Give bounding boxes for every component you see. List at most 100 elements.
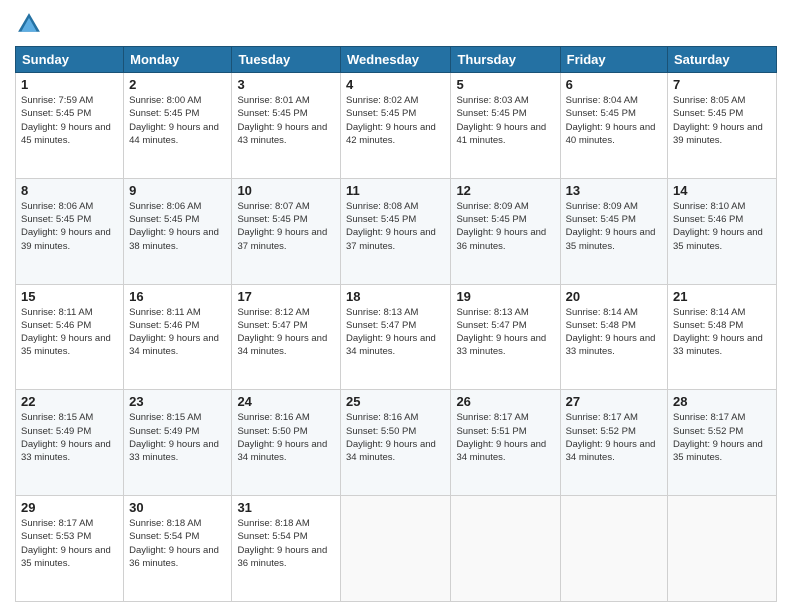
cell-info: Sunrise: 8:16 AMSunset: 5:50 PMDaylight:… <box>237 412 327 463</box>
day-number: 26 <box>456 394 554 409</box>
calendar-cell: 26 Sunrise: 8:17 AMSunset: 5:51 PMDaylig… <box>451 390 560 496</box>
calendar-cell: 4 Sunrise: 8:02 AMSunset: 5:45 PMDayligh… <box>341 73 451 179</box>
day-number: 31 <box>237 500 335 515</box>
day-number: 16 <box>129 289 226 304</box>
cell-info: Sunrise: 8:09 AMSunset: 5:45 PMDaylight:… <box>456 201 546 252</box>
day-number: 29 <box>21 500 118 515</box>
logo-icon <box>15 10 43 38</box>
calendar-cell: 24 Sunrise: 8:16 AMSunset: 5:50 PMDaylig… <box>232 390 341 496</box>
header <box>15 10 777 38</box>
calendar-cell: 15 Sunrise: 8:11 AMSunset: 5:46 PMDaylig… <box>16 284 124 390</box>
day-number: 25 <box>346 394 445 409</box>
cell-info: Sunrise: 8:11 AMSunset: 5:46 PMDaylight:… <box>21 307 111 358</box>
calendar-cell: 14 Sunrise: 8:10 AMSunset: 5:46 PMDaylig… <box>668 178 777 284</box>
day-number: 21 <box>673 289 771 304</box>
calendar-cell: 10 Sunrise: 8:07 AMSunset: 5:45 PMDaylig… <box>232 178 341 284</box>
calendar-week-2: 8 Sunrise: 8:06 AMSunset: 5:45 PMDayligh… <box>16 178 777 284</box>
calendar-cell: 13 Sunrise: 8:09 AMSunset: 5:45 PMDaylig… <box>560 178 667 284</box>
calendar-cell <box>668 496 777 602</box>
day-number: 11 <box>346 183 445 198</box>
calendar-cell: 16 Sunrise: 8:11 AMSunset: 5:46 PMDaylig… <box>124 284 232 390</box>
cell-info: Sunrise: 8:04 AMSunset: 5:45 PMDaylight:… <box>566 95 656 146</box>
calendar-cell: 7 Sunrise: 8:05 AMSunset: 5:45 PMDayligh… <box>668 73 777 179</box>
calendar-header-tuesday: Tuesday <box>232 47 341 73</box>
cell-info: Sunrise: 8:03 AMSunset: 5:45 PMDaylight:… <box>456 95 546 146</box>
calendar-cell: 18 Sunrise: 8:13 AMSunset: 5:47 PMDaylig… <box>341 284 451 390</box>
day-number: 9 <box>129 183 226 198</box>
calendar-week-3: 15 Sunrise: 8:11 AMSunset: 5:46 PMDaylig… <box>16 284 777 390</box>
calendar-week-1: 1 Sunrise: 7:59 AMSunset: 5:45 PMDayligh… <box>16 73 777 179</box>
calendar-cell: 5 Sunrise: 8:03 AMSunset: 5:45 PMDayligh… <box>451 73 560 179</box>
calendar-cell: 31 Sunrise: 8:18 AMSunset: 5:54 PMDaylig… <box>232 496 341 602</box>
calendar-cell: 1 Sunrise: 7:59 AMSunset: 5:45 PMDayligh… <box>16 73 124 179</box>
day-number: 7 <box>673 77 771 92</box>
cell-info: Sunrise: 8:17 AMSunset: 5:52 PMDaylight:… <box>673 412 763 463</box>
day-number: 23 <box>129 394 226 409</box>
calendar-cell: 8 Sunrise: 8:06 AMSunset: 5:45 PMDayligh… <box>16 178 124 284</box>
day-number: 28 <box>673 394 771 409</box>
calendar-cell <box>560 496 667 602</box>
calendar-cell: 3 Sunrise: 8:01 AMSunset: 5:45 PMDayligh… <box>232 73 341 179</box>
day-number: 4 <box>346 77 445 92</box>
day-number: 22 <box>21 394 118 409</box>
cell-info: Sunrise: 8:13 AMSunset: 5:47 PMDaylight:… <box>456 307 546 358</box>
cell-info: Sunrise: 8:15 AMSunset: 5:49 PMDaylight:… <box>129 412 219 463</box>
calendar-header-monday: Monday <box>124 47 232 73</box>
page: SundayMondayTuesdayWednesdayThursdayFrid… <box>0 0 792 612</box>
calendar-cell: 9 Sunrise: 8:06 AMSunset: 5:45 PMDayligh… <box>124 178 232 284</box>
cell-info: Sunrise: 8:18 AMSunset: 5:54 PMDaylight:… <box>129 518 219 569</box>
cell-info: Sunrise: 8:06 AMSunset: 5:45 PMDaylight:… <box>129 201 219 252</box>
calendar-cell: 6 Sunrise: 8:04 AMSunset: 5:45 PMDayligh… <box>560 73 667 179</box>
day-number: 3 <box>237 77 335 92</box>
cell-info: Sunrise: 8:01 AMSunset: 5:45 PMDaylight:… <box>237 95 327 146</box>
cell-info: Sunrise: 8:13 AMSunset: 5:47 PMDaylight:… <box>346 307 436 358</box>
calendar-cell: 25 Sunrise: 8:16 AMSunset: 5:50 PMDaylig… <box>341 390 451 496</box>
calendar-table: SundayMondayTuesdayWednesdayThursdayFrid… <box>15 46 777 602</box>
cell-info: Sunrise: 8:14 AMSunset: 5:48 PMDaylight:… <box>673 307 763 358</box>
cell-info: Sunrise: 8:15 AMSunset: 5:49 PMDaylight:… <box>21 412 111 463</box>
calendar-cell: 11 Sunrise: 8:08 AMSunset: 5:45 PMDaylig… <box>341 178 451 284</box>
calendar-cell <box>451 496 560 602</box>
day-number: 15 <box>21 289 118 304</box>
calendar-header-wednesday: Wednesday <box>341 47 451 73</box>
cell-info: Sunrise: 8:12 AMSunset: 5:47 PMDaylight:… <box>237 307 327 358</box>
calendar-cell <box>341 496 451 602</box>
day-number: 27 <box>566 394 662 409</box>
day-number: 17 <box>237 289 335 304</box>
cell-info: Sunrise: 7:59 AMSunset: 5:45 PMDaylight:… <box>21 95 111 146</box>
calendar-cell: 20 Sunrise: 8:14 AMSunset: 5:48 PMDaylig… <box>560 284 667 390</box>
cell-info: Sunrise: 8:11 AMSunset: 5:46 PMDaylight:… <box>129 307 219 358</box>
calendar-week-5: 29 Sunrise: 8:17 AMSunset: 5:53 PMDaylig… <box>16 496 777 602</box>
cell-info: Sunrise: 8:18 AMSunset: 5:54 PMDaylight:… <box>237 518 327 569</box>
day-number: 19 <box>456 289 554 304</box>
calendar-cell: 29 Sunrise: 8:17 AMSunset: 5:53 PMDaylig… <box>16 496 124 602</box>
calendar-cell: 17 Sunrise: 8:12 AMSunset: 5:47 PMDaylig… <box>232 284 341 390</box>
calendar-cell: 23 Sunrise: 8:15 AMSunset: 5:49 PMDaylig… <box>124 390 232 496</box>
cell-info: Sunrise: 8:17 AMSunset: 5:53 PMDaylight:… <box>21 518 111 569</box>
calendar-cell: 30 Sunrise: 8:18 AMSunset: 5:54 PMDaylig… <box>124 496 232 602</box>
cell-info: Sunrise: 8:06 AMSunset: 5:45 PMDaylight:… <box>21 201 111 252</box>
day-number: 13 <box>566 183 662 198</box>
cell-info: Sunrise: 8:02 AMSunset: 5:45 PMDaylight:… <box>346 95 436 146</box>
cell-info: Sunrise: 8:00 AMSunset: 5:45 PMDaylight:… <box>129 95 219 146</box>
calendar-cell: 21 Sunrise: 8:14 AMSunset: 5:48 PMDaylig… <box>668 284 777 390</box>
calendar-cell: 28 Sunrise: 8:17 AMSunset: 5:52 PMDaylig… <box>668 390 777 496</box>
calendar-cell: 19 Sunrise: 8:13 AMSunset: 5:47 PMDaylig… <box>451 284 560 390</box>
calendar-header-sunday: Sunday <box>16 47 124 73</box>
calendar-header-thursday: Thursday <box>451 47 560 73</box>
day-number: 1 <box>21 77 118 92</box>
day-number: 2 <box>129 77 226 92</box>
day-number: 10 <box>237 183 335 198</box>
day-number: 30 <box>129 500 226 515</box>
calendar-cell: 22 Sunrise: 8:15 AMSunset: 5:49 PMDaylig… <box>16 390 124 496</box>
cell-info: Sunrise: 8:16 AMSunset: 5:50 PMDaylight:… <box>346 412 436 463</box>
day-number: 8 <box>21 183 118 198</box>
day-number: 24 <box>237 394 335 409</box>
cell-info: Sunrise: 8:09 AMSunset: 5:45 PMDaylight:… <box>566 201 656 252</box>
calendar-header-saturday: Saturday <box>668 47 777 73</box>
calendar-header-friday: Friday <box>560 47 667 73</box>
logo <box>15 10 47 38</box>
calendar-week-4: 22 Sunrise: 8:15 AMSunset: 5:49 PMDaylig… <box>16 390 777 496</box>
day-number: 6 <box>566 77 662 92</box>
calendar-header-row: SundayMondayTuesdayWednesdayThursdayFrid… <box>16 47 777 73</box>
